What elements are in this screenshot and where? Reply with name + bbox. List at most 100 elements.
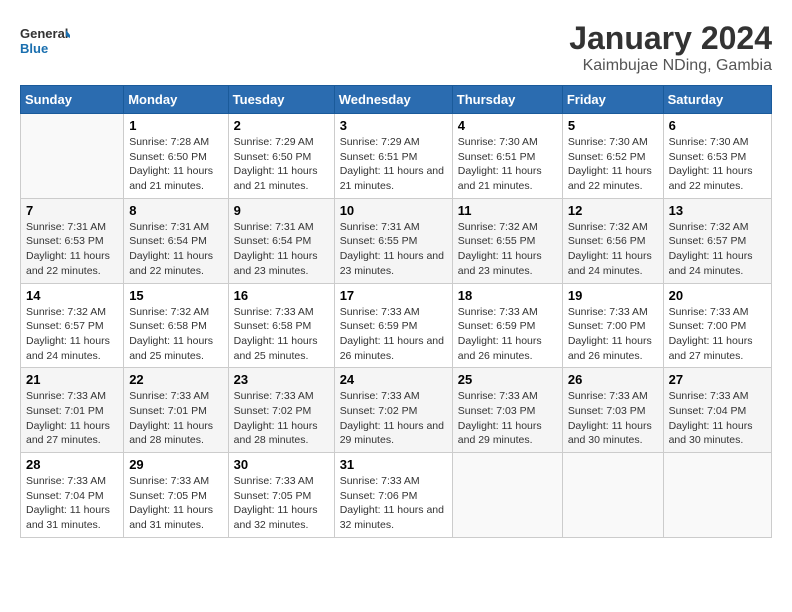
svg-text:Blue: Blue [20, 41, 48, 56]
calendar-week-row: 7 Sunrise: 7:31 AM Sunset: 6:53 PM Daylig… [21, 198, 772, 283]
calendar-cell: 14Sunrise: 7:32 AM Sunset: 6:57 PM Dayli… [21, 283, 124, 368]
day-number: 27 [669, 372, 766, 387]
calendar-cell: 26 Sunrise: 7:33 AM Sunset: 7:03 PM Dayli… [562, 368, 663, 453]
day-number: 3 [340, 118, 447, 133]
calendar-cell: 6 Sunrise: 7:30 AM Sunset: 6:53 PM Daylig… [663, 114, 771, 199]
calendar-cell: 7 Sunrise: 7:31 AM Sunset: 6:53 PM Daylig… [21, 198, 124, 283]
day-number: 19 [568, 288, 658, 303]
calendar-cell: 4 Sunrise: 7:30 AM Sunset: 6:51 PM Daylig… [452, 114, 562, 199]
calendar-cell: 10 Sunrise: 7:31 AM Sunset: 6:55 PM Dayli… [334, 198, 452, 283]
day-info: Sunrise: 7:33 AM Sunset: 7:02 PM Dayligh… [234, 389, 329, 448]
calendar-cell: 1Sunrise: 7:28 AM Sunset: 6:50 PM Daylig… [124, 114, 228, 199]
calendar-cell: 15 Sunrise: 7:32 AM Sunset: 6:58 PM Dayli… [124, 283, 228, 368]
calendar-cell [452, 453, 562, 538]
day-info: Sunrise: 7:33 AM Sunset: 7:01 PM Dayligh… [129, 389, 222, 448]
day-number: 10 [340, 203, 447, 218]
day-info: Sunrise: 7:31 AM Sunset: 6:53 PM Dayligh… [26, 220, 118, 279]
svg-text:General: General [20, 26, 68, 41]
day-info: Sunrise: 7:30 AM Sunset: 6:52 PM Dayligh… [568, 135, 658, 194]
calendar-table: SundayMondayTuesdayWednesdayThursdayFrid… [20, 85, 772, 538]
day-number: 30 [234, 457, 329, 472]
day-info: Sunrise: 7:30 AM Sunset: 6:53 PM Dayligh… [669, 135, 766, 194]
day-info: Sunrise: 7:33 AM Sunset: 7:03 PM Dayligh… [568, 389, 658, 448]
day-info: Sunrise: 7:33 AM Sunset: 7:06 PM Dayligh… [340, 474, 447, 533]
day-number: 13 [669, 203, 766, 218]
day-info: Sunrise: 7:31 AM Sunset: 6:54 PM Dayligh… [129, 220, 222, 279]
calendar-cell: 16 Sunrise: 7:33 AM Sunset: 6:58 PM Dayli… [228, 283, 334, 368]
day-number: 21 [26, 372, 118, 387]
calendar-day-header: Thursday [452, 86, 562, 114]
page-subtitle: Kaimbujae NDing, Gambia [569, 57, 772, 75]
day-number: 7 [26, 203, 118, 218]
calendar-cell: 2 Sunrise: 7:29 AM Sunset: 6:50 PM Daylig… [228, 114, 334, 199]
day-number: 25 [458, 372, 557, 387]
day-info: Sunrise: 7:31 AM Sunset: 6:55 PM Dayligh… [340, 220, 447, 279]
calendar-day-header: Monday [124, 86, 228, 114]
day-number: 9 [234, 203, 329, 218]
day-number: 6 [669, 118, 766, 133]
day-number: 4 [458, 118, 557, 133]
calendar-cell [562, 453, 663, 538]
day-info: Sunrise: 7:29 AM Sunset: 6:50 PM Dayligh… [234, 135, 329, 194]
day-info: Sunrise: 7:32 AM Sunset: 6:56 PM Dayligh… [568, 220, 658, 279]
calendar-cell: 11 Sunrise: 7:32 AM Sunset: 6:55 PM Dayli… [452, 198, 562, 283]
calendar-day-header: Tuesday [228, 86, 334, 114]
calendar-week-row: 1Sunrise: 7:28 AM Sunset: 6:50 PM Daylig… [21, 114, 772, 199]
day-info: Sunrise: 7:28 AM Sunset: 6:50 PM Dayligh… [129, 135, 222, 194]
calendar-cell: 24 Sunrise: 7:33 AM Sunset: 7:02 PM Dayli… [334, 368, 452, 453]
calendar-week-row: 28Sunrise: 7:33 AM Sunset: 7:04 PM Dayli… [21, 453, 772, 538]
day-number: 29 [129, 457, 222, 472]
day-number: 28 [26, 457, 118, 472]
day-info: Sunrise: 7:32 AM Sunset: 6:58 PM Dayligh… [129, 305, 222, 364]
day-number: 8 [129, 203, 222, 218]
calendar-cell: 9Sunrise: 7:31 AM Sunset: 6:54 PM Daylig… [228, 198, 334, 283]
day-info: Sunrise: 7:30 AM Sunset: 6:51 PM Dayligh… [458, 135, 557, 194]
day-number: 26 [568, 372, 658, 387]
calendar-cell: 18Sunrise: 7:33 AM Sunset: 6:59 PM Dayli… [452, 283, 562, 368]
day-info: Sunrise: 7:33 AM Sunset: 6:58 PM Dayligh… [234, 305, 329, 364]
day-number: 2 [234, 118, 329, 133]
day-info: Sunrise: 7:32 AM Sunset: 6:57 PM Dayligh… [669, 220, 766, 279]
day-number: 5 [568, 118, 658, 133]
calendar-cell: 19Sunrise: 7:33 AM Sunset: 7:00 PM Dayli… [562, 283, 663, 368]
calendar-cell: 28Sunrise: 7:33 AM Sunset: 7:04 PM Dayli… [21, 453, 124, 538]
calendar-cell [663, 453, 771, 538]
calendar-day-header: Wednesday [334, 86, 452, 114]
day-number: 11 [458, 203, 557, 218]
day-info: Sunrise: 7:32 AM Sunset: 6:57 PM Dayligh… [26, 305, 118, 364]
calendar-day-header: Sunday [21, 86, 124, 114]
day-number: 15 [129, 288, 222, 303]
day-number: 16 [234, 288, 329, 303]
day-info: Sunrise: 7:32 AM Sunset: 6:55 PM Dayligh… [458, 220, 557, 279]
calendar-cell: 5 Sunrise: 7:30 AM Sunset: 6:52 PM Daylig… [562, 114, 663, 199]
calendar-cell: 17Sunrise: 7:33 AM Sunset: 6:59 PM Dayli… [334, 283, 452, 368]
calendar-cell: 20Sunrise: 7:33 AM Sunset: 7:00 PM Dayli… [663, 283, 771, 368]
day-info: Sunrise: 7:33 AM Sunset: 7:03 PM Dayligh… [458, 389, 557, 448]
title-block: January 2024 Kaimbujae NDing, Gambia [569, 20, 772, 75]
day-info: Sunrise: 7:33 AM Sunset: 7:04 PM Dayligh… [669, 389, 766, 448]
day-number: 31 [340, 457, 447, 472]
calendar-cell: 23 Sunrise: 7:33 AM Sunset: 7:02 PM Dayli… [228, 368, 334, 453]
calendar-cell [21, 114, 124, 199]
calendar-cell: 22 Sunrise: 7:33 AM Sunset: 7:01 PM Dayli… [124, 368, 228, 453]
calendar-cell: 25 Sunrise: 7:33 AM Sunset: 7:03 PM Dayli… [452, 368, 562, 453]
calendar-day-header: Friday [562, 86, 663, 114]
calendar-week-row: 14Sunrise: 7:32 AM Sunset: 6:57 PM Dayli… [21, 283, 772, 368]
day-info: Sunrise: 7:33 AM Sunset: 7:05 PM Dayligh… [234, 474, 329, 533]
day-number: 23 [234, 372, 329, 387]
day-number: 22 [129, 372, 222, 387]
calendar-cell: 27 Sunrise: 7:33 AM Sunset: 7:04 PM Dayli… [663, 368, 771, 453]
calendar-week-row: 21 Sunrise: 7:33 AM Sunset: 7:01 PM Dayli… [21, 368, 772, 453]
logo-svg: General Blue [20, 20, 70, 60]
calendar-cell: 8 Sunrise: 7:31 AM Sunset: 6:54 PM Daylig… [124, 198, 228, 283]
calendar-day-header: Saturday [663, 86, 771, 114]
calendar-cell: 29Sunrise: 7:33 AM Sunset: 7:05 PM Dayli… [124, 453, 228, 538]
day-number: 24 [340, 372, 447, 387]
day-number: 20 [669, 288, 766, 303]
day-info: Sunrise: 7:33 AM Sunset: 6:59 PM Dayligh… [340, 305, 447, 364]
calendar-cell: 13 Sunrise: 7:32 AM Sunset: 6:57 PM Dayli… [663, 198, 771, 283]
calendar-cell: 21Sunrise: 7:33 AM Sunset: 7:01 PM Dayli… [21, 368, 124, 453]
calendar-cell: 3Sunrise: 7:29 AM Sunset: 6:51 PM Daylig… [334, 114, 452, 199]
logo: General Blue [20, 20, 70, 60]
day-info: Sunrise: 7:33 AM Sunset: 7:02 PM Dayligh… [340, 389, 447, 448]
